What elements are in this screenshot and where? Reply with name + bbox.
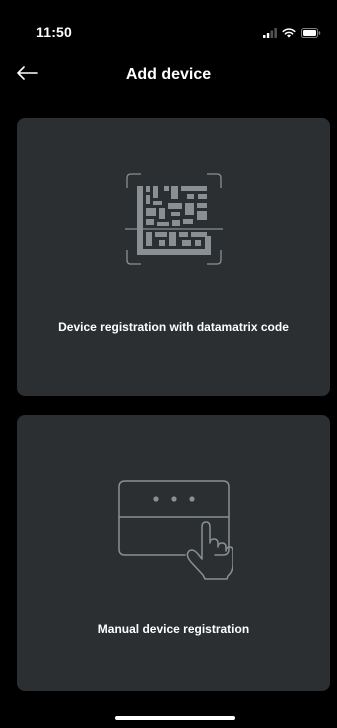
home-indicator — [115, 716, 235, 720]
datamatrix-registration-label: Device registration with datamatrix code — [58, 320, 289, 334]
wifi-icon — [282, 25, 296, 43]
status-icons — [263, 25, 321, 43]
datamatrix-scan-icon — [124, 172, 223, 271]
manual-registration-label: Manual device registration — [97, 622, 250, 636]
status-time: 11:50 — [36, 24, 73, 40]
page-title: Add device — [125, 66, 212, 83]
status-bar: 11:50 — [0, 0, 337, 44]
nav-bar: Add device — [0, 56, 337, 96]
datamatrix-registration-card[interactable]: Device registration with datamatrix code — [17, 118, 330, 396]
manual-registration-card[interactable]: Manual device registration — [17, 415, 330, 691]
battery-icon — [301, 25, 321, 43]
signal-icon — [263, 25, 277, 43]
keypad-touch-icon — [115, 477, 234, 586]
